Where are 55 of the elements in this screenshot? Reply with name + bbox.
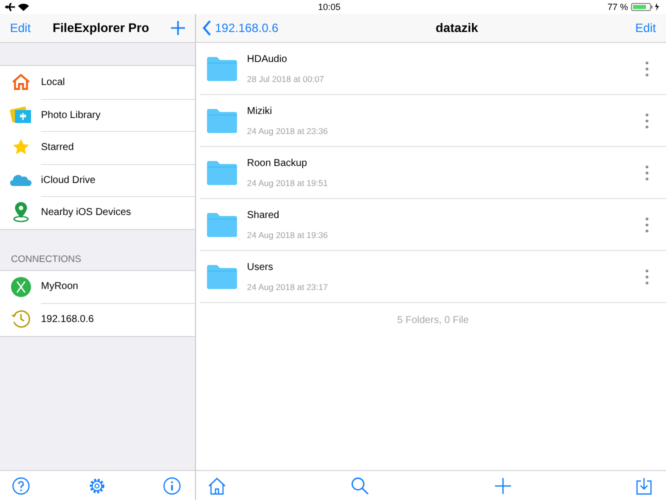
sidebar-item[interactable]: Local: [41, 66, 195, 98]
more-options-icon[interactable]: [645, 164, 649, 180]
wifi-icon: [18, 3, 29, 11]
add-icon[interactable]: [171, 21, 185, 35]
star-icon: [12, 138, 30, 156]
folder-icon: [207, 160, 237, 184]
section-header: CONNECTIONS: [11, 254, 82, 264]
history-clock-icon: [10, 309, 30, 330]
battery-icon: [631, 3, 661, 11]
settings-icon[interactable]: [88, 476, 106, 494]
add-icon[interactable]: [494, 478, 511, 494]
home-icon[interactable]: [208, 476, 226, 494]
search-icon[interactable]: [351, 476, 370, 494]
sidebar-item[interactable]: Photo Library: [41, 98, 195, 131]
edit-button[interactable]: Edit: [635, 21, 656, 35]
edit-button[interactable]: Edit: [10, 21, 31, 35]
folder-name[interactable]: Shared: [247, 210, 635, 220]
more-options-icon[interactable]: [645, 60, 649, 76]
folder-name[interactable]: Users: [247, 262, 635, 272]
folder-name[interactable]: Miziki: [247, 106, 635, 116]
folder-date: 24 Aug 2018 at 19:36: [247, 230, 329, 240]
server-x-icon: [10, 276, 30, 297]
connection-item[interactable]: 192.168.0.6: [41, 303, 195, 336]
info-icon[interactable]: [163, 476, 181, 494]
folder-icon: [207, 108, 237, 132]
folder-name[interactable]: Roon Backup: [247, 158, 635, 168]
more-options-icon[interactable]: [645, 216, 649, 232]
folder-date: 28 Jul 2018 at 00:07: [247, 74, 326, 84]
house-icon: [12, 74, 30, 90]
airplane-icon: [5, 2, 15, 12]
sidebar-item[interactable]: Starred: [41, 131, 195, 164]
folder-icon: [207, 212, 237, 236]
folder-name[interactable]: HDAudio: [247, 54, 635, 64]
status-time: 10:05: [318, 2, 341, 12]
chevron-left-icon: [202, 20, 212, 36]
sidebar-item[interactable]: iCloud Drive: [41, 164, 195, 196]
more-options-icon[interactable]: [645, 268, 649, 284]
connection-item[interactable]: MyRoon: [41, 270, 195, 303]
location-pin-icon: [12, 201, 30, 224]
folder-summary: 5 Folders, 0 File: [397, 314, 469, 326]
cloud-icon: [10, 174, 32, 186]
folder-date: 24 Aug 2018 at 19:51: [247, 178, 329, 188]
sidebar-item[interactable]: Nearby iOS Devices: [41, 196, 195, 228]
folder-icon: [207, 264, 237, 288]
battery-percentage: 77 %: [607, 2, 628, 12]
folder-title: datazik: [436, 21, 478, 35]
sidebar-title: FileExplorer Pro: [52, 21, 150, 35]
folder-date: 24 Aug 2018 at 23:17: [247, 282, 329, 292]
folder-icon: [207, 56, 237, 80]
download-tray-icon[interactable]: [636, 476, 652, 494]
back-button[interactable]: 192.168.0.6: [202, 20, 278, 36]
help-icon[interactable]: [12, 476, 30, 494]
folder-date: 24 Aug 2018 at 23:36: [247, 126, 329, 136]
more-options-icon[interactable]: [645, 112, 649, 128]
photos-icon: [10, 106, 32, 124]
